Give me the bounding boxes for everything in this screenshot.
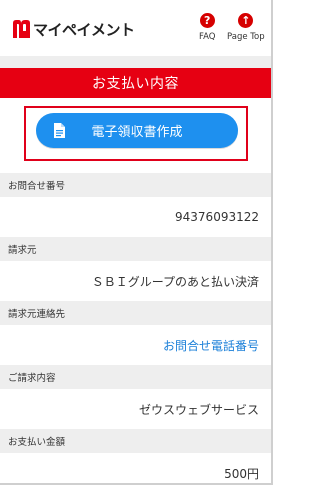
inquiry-number-value: 94376093122 — [0, 197, 271, 237]
page-top-label: Page Top — [227, 32, 265, 42]
page-title: お支払い内容 — [0, 68, 271, 98]
receipt-section: 電子領収書作成 — [0, 98, 271, 173]
header-separator — [0, 56, 271, 68]
contact-phone-link[interactable]: お問合せ電話番号 — [0, 325, 271, 365]
billing-details-value: ゼウスウェブサービス — [0, 389, 271, 429]
create-receipt-label: 電子領収書作成 — [91, 125, 183, 140]
logo-text: マイペイメント — [33, 20, 135, 39]
inquiry-number-label: お問合せ番号 — [0, 173, 271, 197]
document-icon — [54, 123, 65, 138]
faq-button[interactable]: ? FAQ — [199, 13, 215, 42]
logo[interactable]: マイペイメント — [10, 16, 135, 42]
biller-label: 請求元 — [0, 237, 271, 261]
payment-amount-value: 500円 — [0, 453, 271, 483]
billing-details-label: ご請求内容 — [0, 365, 271, 389]
faq-label: FAQ — [199, 32, 216, 42]
app-frame: マイペイメント ? FAQ ↑ Page Top お支払い内容 電子領収書作成 … — [0, 0, 273, 485]
arrow-up-icon: ↑ — [238, 13, 254, 28]
page-top-button[interactable]: ↑ Page Top — [227, 13, 265, 42]
create-receipt-button[interactable]: 電子領収書作成 — [36, 113, 238, 148]
payment-amount-label: お支払い金額 — [0, 429, 271, 453]
biller-contact-label: 請求元連絡先 — [0, 301, 271, 325]
biller-value: ＳＢＩグループのあと払い決済 — [0, 261, 271, 301]
question-icon: ? — [199, 13, 215, 28]
header: マイペイメント ? FAQ ↑ Page Top — [0, 0, 271, 56]
logo-mark-icon — [10, 18, 32, 40]
